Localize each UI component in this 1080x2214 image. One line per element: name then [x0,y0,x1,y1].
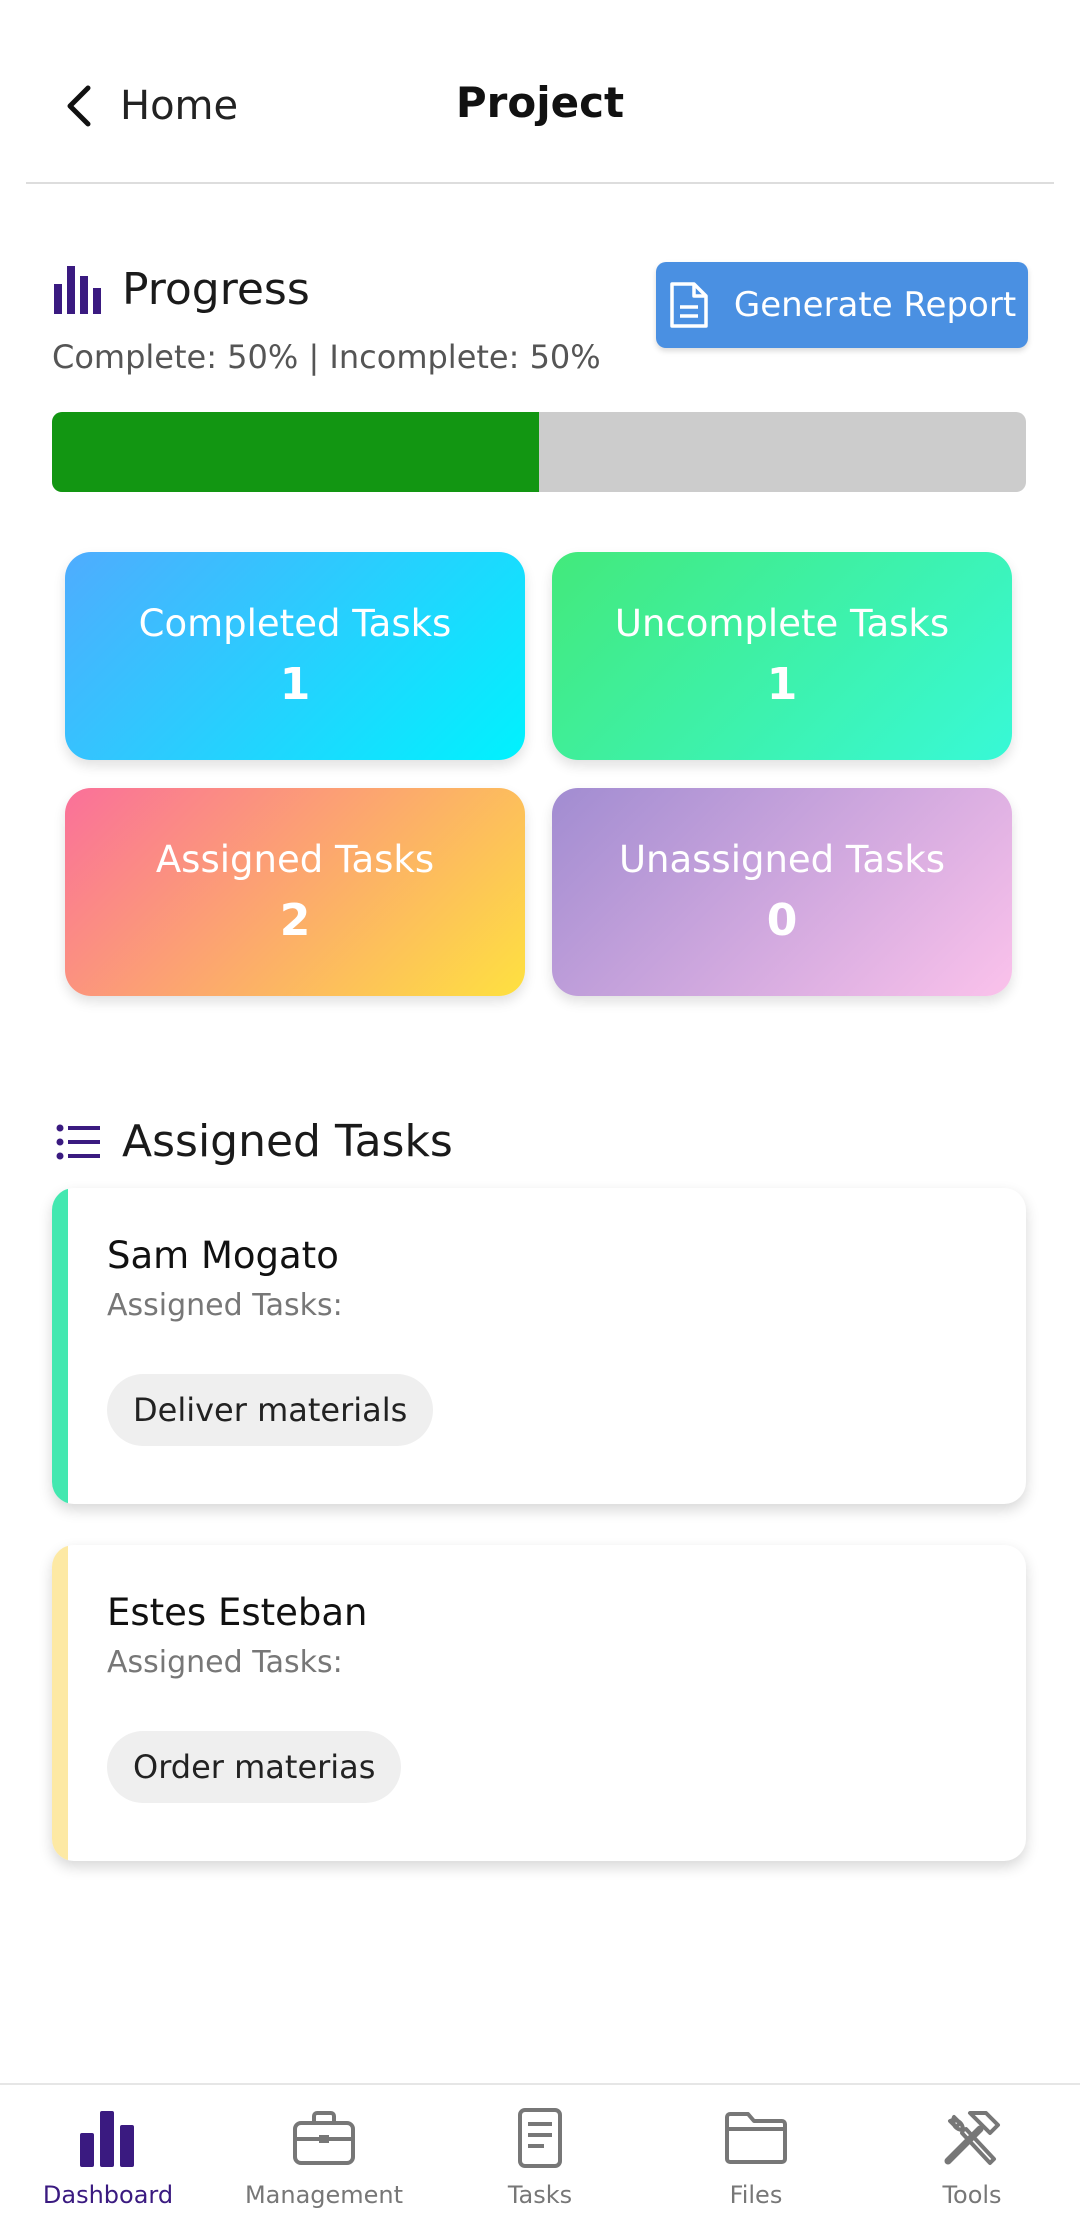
nav-label: Management [244,2181,404,2209]
header: Home Project [0,0,1080,184]
nav-files[interactable]: Files [648,2107,864,2209]
stat-value: 1 [766,659,798,710]
nav-label: Tools [942,2181,1002,2209]
progress-title: Progress [122,263,310,315]
assignee-subtitle: Assigned Tasks: [107,1645,343,1680]
stat-label: Completed Tasks [138,602,452,645]
tools-icon [944,2111,1000,2165]
assigned-tasks-title: Assigned Tasks [122,1116,453,1167]
card-accent [52,1545,68,1861]
card-accent [52,1188,68,1504]
stat-label: Unassigned Tasks [618,838,946,881]
nav-management[interactable]: Management [216,2107,432,2209]
completed-tasks-card[interactable]: Completed Tasks 1 [65,552,525,760]
header-divider [26,182,1054,184]
list-icon [56,1124,100,1159]
unassigned-tasks-card[interactable]: Unassigned Tasks 0 [552,788,1012,996]
stat-label: Uncomplete Tasks [614,602,950,645]
assignee-name: Sam Mogato [107,1234,339,1277]
briefcase-icon [293,2111,355,2165]
bottom-navigation: Dashboard Management Tasks Files Tools [0,2083,1080,2214]
task-chip[interactable]: Deliver materials [107,1374,434,1446]
stat-value: 1 [279,659,311,710]
bar-chart-icon [80,2111,134,2167]
nav-label: Dashboard [42,2181,174,2209]
assignee-name: Estes Esteban [107,1591,368,1634]
assignee-card[interactable]: Estes Esteban Assigned Tasks: Order mate… [52,1545,1026,1861]
page-title: Project [455,78,625,127]
progress-bar [52,412,1026,492]
assignee-subtitle: Assigned Tasks: [107,1288,343,1323]
assigned-tasks-card[interactable]: Assigned Tasks 2 [65,788,525,996]
stat-label: Assigned Tasks [155,838,435,881]
bar-chart-icon [54,266,101,314]
document-icon [670,282,708,328]
assignee-card[interactable]: Sam Mogato Assigned Tasks: Deliver mater… [52,1188,1026,1504]
stat-value: 2 [279,895,311,946]
progress-fill [52,412,539,492]
assigned-tasks-heading: Assigned Tasks [56,1116,453,1167]
nav-label: Tasks [507,2181,573,2209]
nav-tools[interactable]: Tools [864,2107,1080,2209]
generate-report-label: Generate Report [733,285,1017,325]
nav-dashboard[interactable]: Dashboard [0,2107,216,2209]
uncomplete-tasks-card[interactable]: Uncomplete Tasks 1 [552,552,1012,760]
stat-value: 0 [766,895,798,946]
progress-summary: Complete: 50% | Incomplete: 50% [52,338,601,376]
document-icon [518,2108,562,2168]
generate-report-button[interactable]: Generate Report [656,262,1028,348]
nav-label: Files [729,2181,783,2209]
progress-heading: Progress [52,262,310,316]
task-chip[interactable]: Order materias [107,1731,402,1803]
nav-tasks[interactable]: Tasks [432,2107,648,2209]
folder-icon [725,2112,787,2164]
